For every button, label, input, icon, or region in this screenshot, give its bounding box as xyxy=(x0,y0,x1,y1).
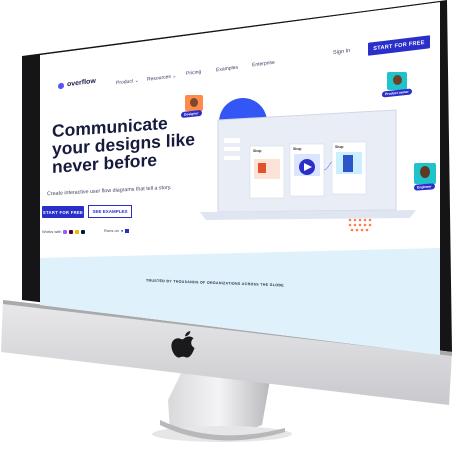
mock-screen-a-label: Shop xyxy=(253,149,262,153)
works-with-row: Works with xyxy=(42,229,86,234)
product-owner-avatar xyxy=(387,72,407,90)
overflow-logo-icon xyxy=(58,82,64,89)
engineer-face-icon xyxy=(420,166,430,178)
product-owner-face-icon xyxy=(393,75,402,85)
xd-icon xyxy=(69,229,74,234)
see-examples-button[interactable]: SEE EXAMPLES xyxy=(88,205,132,218)
hero-start-free-button[interactable]: START FOR FREE xyxy=(42,206,84,218)
sketch-icon xyxy=(75,229,80,234)
engineer-avatar xyxy=(414,163,436,184)
apple-icon: ● xyxy=(120,228,124,233)
figma-icon xyxy=(63,229,68,234)
decor-dots xyxy=(348,218,372,232)
runs-on-row: Runs on ● xyxy=(104,228,130,233)
designer-face-icon xyxy=(190,98,198,107)
mock-screen-b-label: Shop xyxy=(293,147,302,151)
ps-icon xyxy=(81,229,86,234)
windows-icon xyxy=(125,228,130,233)
hero-illustration xyxy=(200,98,416,232)
mock-screen-c-label: Shop xyxy=(335,145,344,149)
designer-avatar xyxy=(185,95,203,111)
imac-mockup: overflow Product ⌄ Resources ⌄ Pricing E… xyxy=(0,0,469,450)
runs-on-label: Runs on xyxy=(104,228,119,233)
works-with-label: Works with xyxy=(42,229,62,234)
